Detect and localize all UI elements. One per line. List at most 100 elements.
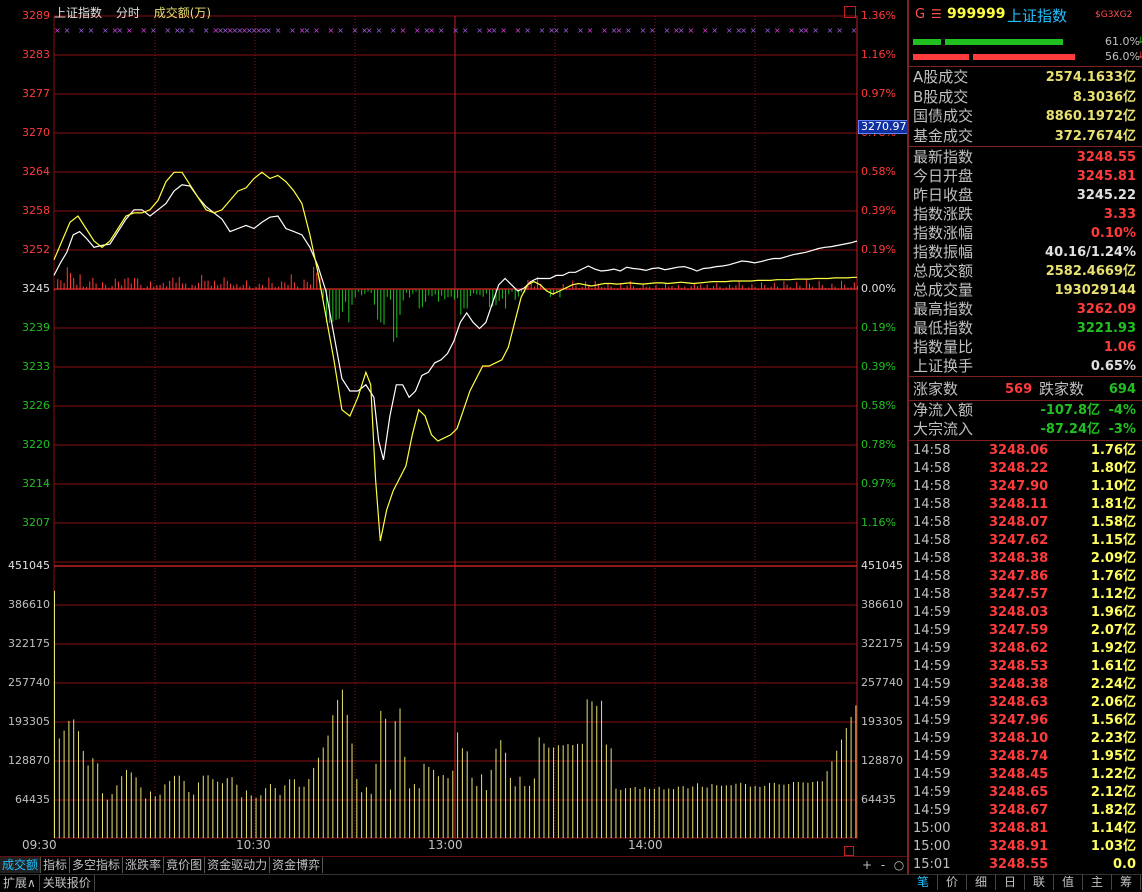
tick-row[interactable]: 14:58 3247.57 1.12亿 — [909, 586, 1142, 604]
volume-bar — [269, 783, 271, 838]
tick-row[interactable]: 15:01 3248.55 0.0 — [909, 856, 1142, 874]
volume-bar — [447, 778, 449, 838]
tick-row[interactable]: 14:59 3247.59 2.07亿 — [909, 622, 1142, 640]
breadth-row: 涨家数 569 跌家数 694 — [909, 380, 1142, 399]
momentum-bar — [367, 289, 369, 292]
quote-value: 3221.93 — [1076, 321, 1136, 336]
momentum-bar — [220, 283, 222, 290]
tick-row[interactable]: 14:58 3248.06 1.76亿 — [909, 442, 1142, 460]
volume-bar — [577, 743, 579, 838]
reset-button[interactable]: ○ — [892, 857, 906, 873]
intraday-chart[interactable]: × × × × × × × × × × × × × × × × × × × × × × × × × × × × × × × × × × × × × × × ×… — [0, 0, 910, 856]
quote-tab-7[interactable]: 筹 — [1112, 874, 1141, 890]
momentum-bar — [95, 283, 97, 290]
tick-row[interactable]: 14:58 3247.86 1.76亿 — [909, 568, 1142, 586]
quote-row: 指数涨跌 3.33 — [909, 205, 1142, 224]
tick-volume: 1.14亿 — [1090, 821, 1136, 836]
tick-row[interactable]: 15:00 3248.81 1.14亿 — [909, 820, 1142, 838]
tab-fund-game[interactable]: 资金博弈 — [270, 857, 324, 873]
tick-row[interactable]: 14:58 3248.22 1.80亿 — [909, 460, 1142, 478]
related-quotes-button[interactable]: 关联报价 — [40, 875, 95, 891]
momentum-bar — [338, 289, 340, 319]
momentum-bar — [674, 287, 676, 290]
volume-bar — [548, 747, 550, 838]
quote-tab-5[interactable]: 值 — [1054, 874, 1083, 890]
volume-bar — [476, 785, 478, 838]
menu-icon[interactable]: ☰ — [931, 7, 942, 21]
momentum-bar — [636, 288, 638, 290]
tick-row[interactable]: 14:58 3248.38 2.09亿 — [909, 550, 1142, 568]
quote-tab-0[interactable]: 笔 — [909, 874, 938, 890]
tick-price: 3247.86 — [989, 569, 1049, 584]
quote-header: G ☰ 999999 上证指数 $G3XG2 — [909, 0, 1142, 30]
price-tick-label: 3220 — [22, 438, 50, 451]
momentum-bar — [261, 285, 263, 290]
tick-row[interactable]: 14:59 3248.67 1.82亿 — [909, 802, 1142, 820]
tick-row[interactable]: 14:59 3248.65 2.12亿 — [909, 784, 1142, 802]
tab-advance-decline[interactable]: 涨跌率 — [123, 857, 165, 873]
tab-long-short[interactable]: 多空指标 — [70, 857, 124, 873]
momentum-bar — [185, 283, 187, 290]
tab-auction-chart[interactable]: 竟价图 — [164, 857, 206, 873]
tick-row[interactable]: 14:58 3247.90 1.10亿 — [909, 478, 1142, 496]
chart-maximize-icon[interactable] — [844, 6, 856, 18]
tick-row[interactable]: 14:59 3248.10 2.23亿 — [909, 730, 1142, 748]
volume-bar — [831, 761, 833, 838]
signal-marker: × — [428, 26, 435, 35]
volume-bar — [428, 766, 430, 838]
momentum-bar — [508, 289, 510, 295]
tick-row[interactable]: 14:59 3248.63 2.06亿 — [909, 694, 1142, 712]
volume-bar — [778, 784, 780, 838]
tab-fund-drive[interactable]: 资金驱动力 — [205, 857, 271, 873]
tick-row[interactable]: 14:59 3248.62 1.92亿 — [909, 640, 1142, 658]
volume-bar — [317, 757, 319, 838]
momentum-bar — [847, 287, 849, 290]
tab-indicator[interactable]: 指标 — [41, 857, 71, 873]
momentum-bar — [133, 278, 135, 290]
quote-tab-2[interactable]: 细 — [967, 874, 996, 890]
volume-bar — [740, 782, 742, 838]
down-arrow-icon: ↓ — [1137, 36, 1142, 46]
expand-button[interactable]: 扩展∧ — [0, 875, 40, 891]
price-tick-label: 3233 — [22, 360, 50, 373]
momentum-bar — [207, 280, 209, 290]
quote-tab-6[interactable]: 主 — [1083, 874, 1112, 890]
quote-tab-1[interactable]: 价 — [938, 874, 967, 890]
quote-tab-3[interactable]: 日 — [996, 874, 1025, 890]
tick-price: 3248.67 — [989, 803, 1049, 818]
tick-row[interactable]: 14:59 3248.38 2.24亿 — [909, 676, 1142, 694]
tab-turnover[interactable]: 成交额 — [0, 857, 42, 873]
signal-marker: × — [452, 26, 459, 35]
momentum-bar — [249, 286, 251, 290]
chart-canvas[interactable]: × × × × × ×× × × × × ×× × × ×××××××××××× × × ×× × × × × ×× × × ×… — [0, 0, 907, 856]
volume-bar — [284, 785, 286, 838]
signal-marker: × — [625, 26, 632, 35]
tick-volume: 1.76亿 — [1090, 569, 1136, 584]
tick-row[interactable]: 14:59 3248.45 1.22亿 — [909, 766, 1142, 784]
tick-row[interactable]: 14:59 3248.03 1.96亿 — [909, 604, 1142, 622]
quote-tab-4[interactable]: 联 — [1025, 874, 1054, 890]
zoom-in-button[interactable]: + — [860, 857, 874, 873]
volume-bar — [375, 763, 377, 838]
zoom-out-button[interactable]: - — [876, 857, 890, 873]
tick-row[interactable]: 14:59 3248.74 1.95亿 — [909, 748, 1142, 766]
volume-bar — [332, 715, 334, 838]
tick-row[interactable]: 14:59 3248.53 1.61亿 — [909, 658, 1142, 676]
volume-bar — [625, 788, 627, 838]
tick-row[interactable]: 14:58 3248.11 1.81亿 — [909, 496, 1142, 514]
tick-row[interactable]: 14:58 3248.07 1.58亿 — [909, 514, 1142, 532]
volume-maximize-icon[interactable] — [844, 846, 854, 856]
tick-row[interactable]: 15:00 3248.91 1.03亿 — [909, 838, 1142, 856]
signal-marker: × — [587, 26, 594, 35]
volume-bar — [735, 783, 737, 838]
momentum-bar — [396, 289, 398, 338]
quote-panel: G ☰ 999999 上证指数 $G3XG2 61.0% ↓ 56.0% ↓ A… — [907, 0, 1142, 874]
volume-bar — [77, 731, 79, 838]
group-icon[interactable]: G — [915, 7, 925, 22]
momentum-bar — [700, 284, 702, 290]
volume-bar — [303, 786, 305, 838]
quote-label: 最低指数 — [913, 319, 974, 337]
tick-time: 14:58 — [913, 479, 951, 494]
tick-row[interactable]: 14:58 3247.62 1.15亿 — [909, 532, 1142, 550]
tick-row[interactable]: 14:59 3247.96 1.56亿 — [909, 712, 1142, 730]
